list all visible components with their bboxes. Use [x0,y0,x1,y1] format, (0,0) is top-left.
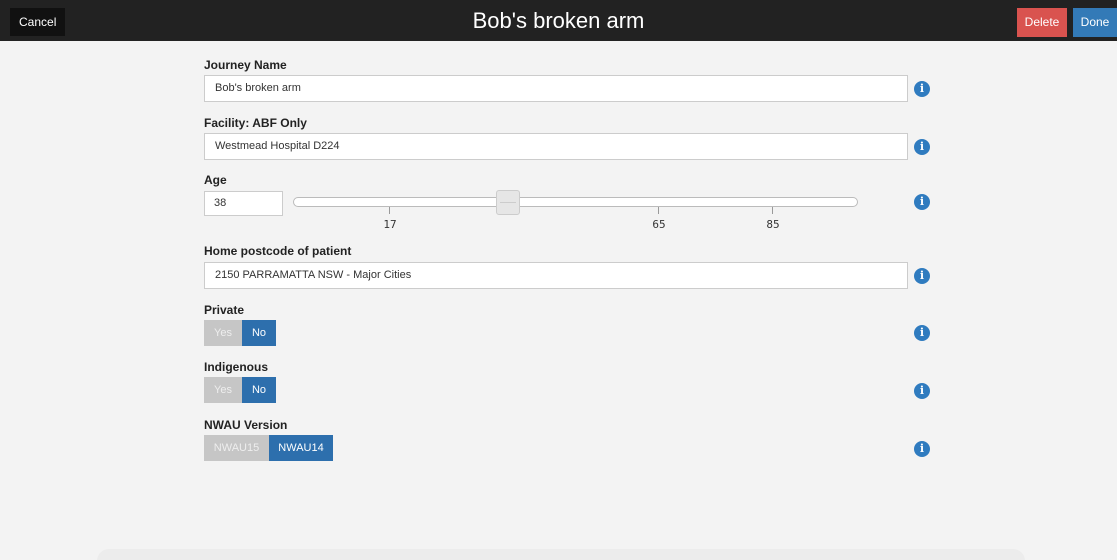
private-toggle: Yes No [204,320,276,346]
private-info-icon[interactable]: i [914,325,930,341]
private-yes-option[interactable]: Yes [204,320,242,346]
facility-input[interactable]: Westmead Hospital D224 [204,133,908,160]
page-title: Bob's broken arm [472,8,645,33]
done-button[interactable]: Done [1073,8,1117,37]
age-tick-label: 65 [652,218,666,231]
postcode-label: Home postcode of patient [204,244,352,258]
indigenous-yes-option[interactable]: Yes [204,377,242,403]
nwau15-option[interactable]: NWAU15 [204,435,269,461]
bottom-panel [97,549,1025,560]
nwau-version-info-icon[interactable]: i [914,441,930,457]
age-tick-label: 17 [383,218,397,231]
delete-button[interactable]: Delete [1017,8,1067,37]
age-slider-handle[interactable] [496,190,520,215]
top-bar: Cancel Bob's broken arm Delete Done [0,0,1117,41]
age-slider-track[interactable] [293,197,858,207]
facility-label: Facility: ABF Only [204,116,307,130]
cancel-button[interactable]: Cancel [10,8,66,36]
age-info-icon[interactable]: i [914,194,930,210]
postcode-info-icon[interactable]: i [914,268,930,284]
nwau14-option[interactable]: NWAU14 [269,435,333,461]
journey-name-info-icon[interactable]: i [914,81,930,97]
age-slider-tick [389,207,390,214]
nwau-version-label: NWAU Version [204,418,288,432]
facility-info-icon[interactable]: i [914,139,930,155]
age-slider-tick [658,207,659,214]
journey-name-label: Journey Name [204,58,287,72]
postcode-input[interactable]: 2150 PARRAMATTA NSW - Major Cities [204,262,908,289]
age-input[interactable]: 38 [204,191,283,216]
age-slider-tick [772,207,773,214]
age-label: Age [204,173,227,187]
journey-name-input[interactable]: Bob's broken arm [204,75,908,102]
indigenous-label: Indigenous [204,360,268,374]
indigenous-toggle: Yes No [204,377,276,403]
nwau-version-toggle: NWAU15 NWAU14 [204,435,333,461]
private-no-option[interactable]: No [242,320,276,346]
private-label: Private [204,303,245,317]
indigenous-no-option[interactable]: No [242,377,276,403]
age-tick-label: 85 [766,218,780,231]
indigenous-info-icon[interactable]: i [914,383,930,399]
